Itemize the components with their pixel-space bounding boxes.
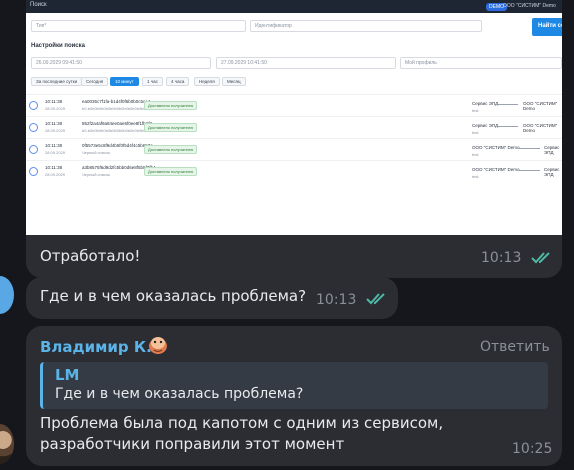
screenshot-type-field: Тип* bbox=[31, 20, 246, 32]
screenshot-titlebar: Поиск DEMO ООО "СИСТИМ" Demo bbox=[26, 0, 562, 13]
screenshot-table-row: 10:11:38 28.09.2029 0f5573e5c8f9d4b5f0f5… bbox=[26, 138, 562, 160]
screenshot-chip: Неделя bbox=[194, 77, 220, 86]
message-text-line: Проблема была под капотом с одним из сер… bbox=[40, 414, 444, 432]
screenshot-date-to: 27.09.2029 10:41:50 bbox=[216, 57, 396, 69]
row-from: Сервис ЭПД bbox=[472, 101, 499, 106]
row-to: ООО "СИСТИМ" Demo bbox=[523, 123, 558, 133]
quoted-sender: LM bbox=[55, 366, 80, 384]
attached-screenshot[interactable]: Поиск DEMO ООО "СИСТИМ" Demo Тип* Иденти… bbox=[26, 0, 562, 235]
row-from-sub: test bbox=[472, 108, 479, 113]
row-time: 10:11:38 bbox=[45, 121, 63, 126]
screenshot-chip: 4 часа bbox=[166, 77, 190, 86]
message-bubble[interactable]: Где и в чем оказалась проблема? 10:13 bbox=[26, 277, 398, 319]
screenshot-app-title: Поиск bbox=[30, 2, 47, 8]
screenshot-org-name: ООО "СИСТИМ" Demo bbox=[503, 3, 556, 9]
screenshot-chip-active: 10 минут bbox=[110, 77, 139, 86]
quoted-message[interactable]: LM Где и в чем оказалась проблема? bbox=[40, 362, 548, 409]
emoji-status-icon bbox=[149, 337, 167, 354]
double-check-icon bbox=[531, 252, 550, 264]
quoted-text: Где и в чем оказалась проблема? bbox=[55, 386, 304, 402]
row-to: Сервис ЭПД bbox=[544, 145, 560, 155]
row-from-sub: test bbox=[472, 130, 479, 135]
row-time: 10:11:38 bbox=[45, 165, 63, 170]
row-from: Сервис ЭПД bbox=[472, 123, 499, 128]
message-bubble-reply[interactable]: Владимир К. Ответить LM Где и в чем оказ… bbox=[26, 326, 562, 466]
double-check-icon bbox=[366, 293, 385, 305]
screenshot-table-row: 10:11:38 28.09.2029 ea0035c7f1fa-b1d4f0f… bbox=[26, 94, 562, 116]
row-from-sub: test bbox=[472, 174, 479, 179]
arrow-icon bbox=[496, 126, 518, 127]
link-icon bbox=[29, 101, 38, 110]
message-bubble-with-image[interactable]: Поиск DEMO ООО "СИСТИМ" Demo Тип* Иденти… bbox=[26, 0, 562, 278]
screenshot-table-row: 10:11:38 28.09.2029 a3b8575f6d9d2fc5bb0d… bbox=[26, 160, 562, 182]
link-icon bbox=[29, 145, 38, 154]
message-time: 10:25 bbox=[512, 441, 553, 457]
row-hash: ea0035c7f1fa-b1d4f0f6b0b0c5ce4 bbox=[82, 99, 151, 104]
avatar[interactable] bbox=[0, 424, 14, 464]
row-hash-sub: Черный список bbox=[82, 172, 110, 177]
screenshot-chip: 1 час bbox=[142, 77, 163, 86]
message-text: Отработало! bbox=[40, 247, 141, 265]
row-hash: 852f2a4af9a84ee0ae5f0ee8f1fb6f8 bbox=[82, 121, 153, 126]
row-time: 10:11:38 bbox=[45, 143, 63, 148]
arrow-icon bbox=[518, 148, 540, 149]
row-hash-sub: Черный список bbox=[82, 150, 110, 155]
screenshot-chip: За последние сутки bbox=[31, 77, 83, 86]
screenshot-extra-field: Мой профиль bbox=[400, 57, 562, 69]
screenshot-search-button: Найти со bbox=[532, 18, 562, 36]
screenshot-table-row: 10:11:38 28.09.2029 852f2a4af9a84ee0ae5f… bbox=[26, 116, 562, 138]
message-time: 10:13 bbox=[481, 250, 522, 266]
message-time: 10:13 bbox=[316, 292, 357, 308]
row-from: ООО "СИСТИМ" Demo bbox=[472, 145, 520, 150]
row-status-badge: Доставлено получателю bbox=[144, 123, 198, 132]
arrow-icon bbox=[518, 170, 540, 171]
avatar[interactable] bbox=[0, 276, 14, 314]
row-hash: 0f5573e5c8f9d4b5f0f5d4f4c5b657a bbox=[82, 143, 153, 148]
row-date: 28.09.2029 bbox=[45, 172, 66, 177]
row-from: ООО "СИСТИМ" Demo bbox=[472, 167, 520, 172]
screenshot-chip: Месяц bbox=[222, 77, 246, 86]
row-to: Сервис ЭПД bbox=[544, 167, 560, 177]
screenshot-id-field: Идентификатор bbox=[250, 20, 482, 32]
screenshot-section-title: Настройки поиска bbox=[31, 43, 85, 49]
message-text-line: разработчики поправили этот момент bbox=[40, 435, 345, 453]
row-status-badge: Доставлено получателю bbox=[144, 167, 198, 176]
reply-button[interactable]: Ответить bbox=[480, 339, 550, 355]
row-from-sub: test bbox=[472, 152, 479, 157]
screenshot-date-from: 26.09.2029 09:41:50 bbox=[31, 57, 211, 69]
arrow-icon bbox=[496, 104, 518, 105]
row-to: ООО "СИСТИМ" Demo bbox=[523, 101, 558, 111]
row-status-badge: Доставлено получателю bbox=[144, 101, 198, 110]
row-time: 10:11:38 bbox=[45, 99, 63, 104]
screenshot-chip: Сегодня bbox=[81, 77, 109, 86]
link-icon bbox=[29, 123, 38, 132]
row-date: 28.09.2029 bbox=[45, 128, 66, 133]
row-date: 28.09.2029 bbox=[45, 150, 66, 155]
link-icon bbox=[29, 167, 38, 176]
sender-name[interactable]: Владимир К. bbox=[40, 338, 152, 356]
row-date: 28.09.2029 bbox=[45, 106, 66, 111]
message-text: Где и в чем оказалась проблема? bbox=[40, 287, 307, 305]
row-status-badge: Доставлено получателю bbox=[144, 145, 198, 154]
